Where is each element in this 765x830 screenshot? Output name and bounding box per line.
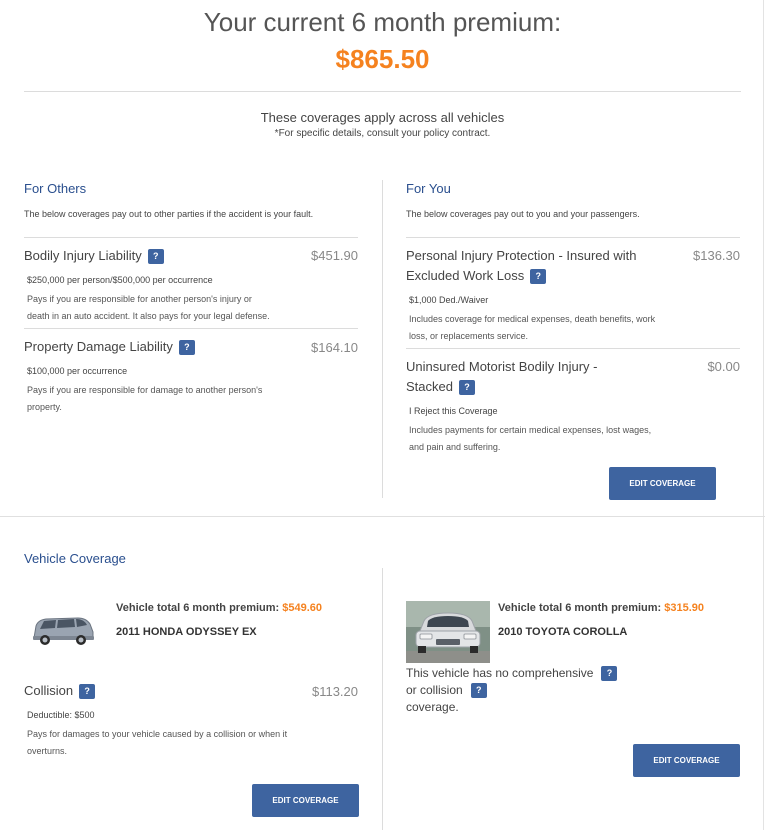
coverage-price: $113.20 <box>311 684 358 699</box>
vehicle-coverage-heading: Vehicle Coverage <box>24 551 126 566</box>
coverage-description: Includes coverage for medical expenses, … <box>409 311 655 345</box>
vehicle-total: Vehicle total 6 month premium: $549.60 <box>116 602 322 614</box>
coverage-name-uninsured-motorist: Uninsured Motorist Bodily Injury - Stack… <box>406 357 676 397</box>
premium-title: Your current 6 month premium: <box>203 7 562 37</box>
desc-line: Pays for damages to your vehicle caused … <box>27 729 288 739</box>
section-divider <box>0 516 765 517</box>
no-coverage-line: or collision? <box>406 682 646 699</box>
coverage-name-property-damage: Property Damage Liability? <box>24 337 195 357</box>
help-icon[interactable]: ? <box>178 340 195 356</box>
coverage-limit: $100,000 per occurrence <box>27 366 128 376</box>
coverage-apply-note: *For specific details, consult your poli… <box>274 128 491 139</box>
desc-line: Includes payments for certain medical ex… <box>409 425 652 435</box>
coverage-price: $0.00 <box>707 359 740 374</box>
divider <box>406 237 740 238</box>
edit-coverage-button[interactable]: EDIT COVERAGE <box>609 467 716 500</box>
coverage-label: Property Damage Liability <box>24 339 173 354</box>
desc-line: death in an auto accident. It also pays … <box>27 311 270 321</box>
coverage-name-collision: Collision? <box>24 681 96 701</box>
vehicle-total: Vehicle total 6 month premium: $315.90 <box>498 602 704 614</box>
vehicle-total-amount: $549.60 <box>282 602 323 614</box>
no-coverage-line: This vehicle has no comprehensive? <box>406 665 646 682</box>
coverage-name-bodily-injury: Bodily Injury Liability? <box>24 246 164 266</box>
coverage-label-line2: Excluded Work Loss? <box>406 266 676 286</box>
coverage-price: $136.30 <box>693 248 740 263</box>
vehicle-image-odyssey <box>30 612 96 648</box>
help-icon[interactable]: ? <box>470 683 487 699</box>
coverage-price: $451.90 <box>311 248 358 263</box>
help-icon[interactable]: ? <box>147 249 164 265</box>
coverage-apply-text: These coverages apply across all vehicle… <box>260 110 505 125</box>
vehicle-total-label: Vehicle total 6 month premium: <box>116 602 280 614</box>
coverage-label: Bodily Injury Liability <box>24 248 142 263</box>
no-coverage-message: This vehicle has no comprehensive? or co… <box>406 665 646 716</box>
coverage-limit: I Reject this Coverage <box>409 406 498 416</box>
for-others-description: The below coverages pay out to other par… <box>24 209 314 219</box>
coverage-price: $164.10 <box>311 340 358 355</box>
divider <box>24 328 358 329</box>
no-coverage-text: or collision <box>406 683 463 697</box>
column-divider <box>382 568 383 830</box>
for-you-description: The below coverages pay out to you and y… <box>406 209 640 219</box>
desc-line: overturns. <box>27 746 68 756</box>
vehicle-total-label: Vehicle total 6 month premium: <box>498 602 662 614</box>
vehicle-image-corolla <box>406 601 490 663</box>
coverage-label: Excluded Work Loss <box>406 268 525 283</box>
coverage-description: Includes payments for certain medical ex… <box>409 422 651 456</box>
desc-line: property. <box>27 402 62 412</box>
help-icon[interactable]: ? <box>79 684 96 700</box>
edit-coverage-button[interactable]: EDIT COVERAGE <box>633 744 740 777</box>
coverage-label-line2: Stacked? <box>406 377 676 397</box>
help-icon[interactable]: ? <box>601 666 618 682</box>
help-icon[interactable]: ? <box>530 269 547 285</box>
coverage-label: Stacked <box>406 379 453 394</box>
column-divider <box>382 180 383 498</box>
help-icon[interactable]: ? <box>458 380 475 396</box>
coverage-description: Pays for damages to your vehicle caused … <box>27 726 287 760</box>
edit-coverage-button[interactable]: EDIT COVERAGE <box>252 784 359 817</box>
coverage-limit: Deductible: $500 <box>27 710 95 720</box>
coverage-limit: $1,000 Ded./Waiver <box>409 295 489 305</box>
coverage-label-line: Uninsured Motorist Bodily Injury - <box>406 359 598 374</box>
for-others-heading: For Others <box>24 181 87 196</box>
divider <box>24 237 358 238</box>
coverage-description: Pays if you are responsible for damage t… <box>27 382 262 416</box>
coverage-limit: $250,000 per person/$500,000 per occurre… <box>27 275 213 285</box>
desc-line: Includes coverage for medical expenses, … <box>409 314 656 324</box>
coverage-label: Collision <box>24 683 74 698</box>
desc-line: and pain and suffering. <box>409 442 501 452</box>
header-divider <box>24 91 741 92</box>
desc-line: Pays if you are responsible for damage t… <box>27 385 263 395</box>
coverage-description: Pays if you are responsible for another … <box>27 291 270 325</box>
vehicle-name: 2010 TOYOTA COROLLA <box>498 626 628 638</box>
no-coverage-line: coverage. <box>406 700 459 714</box>
desc-line: loss, or replacements service. <box>409 331 529 341</box>
divider <box>406 348 740 349</box>
vehicle-name: 2011 HONDA ODYSSEY EX <box>116 626 257 638</box>
for-you-heading: For You <box>406 181 451 196</box>
vehicle-total-amount: $315.90 <box>664 602 705 614</box>
desc-line: Pays if you are responsible for another … <box>27 294 252 304</box>
coverage-name-pip: Personal Injury Protection - Insured wit… <box>406 246 676 286</box>
no-coverage-text: This vehicle has no comprehensive <box>406 666 594 680</box>
coverage-label-line: Personal Injury Protection - Insured wit… <box>406 248 637 263</box>
premium-amount: $865.50 <box>335 44 430 74</box>
